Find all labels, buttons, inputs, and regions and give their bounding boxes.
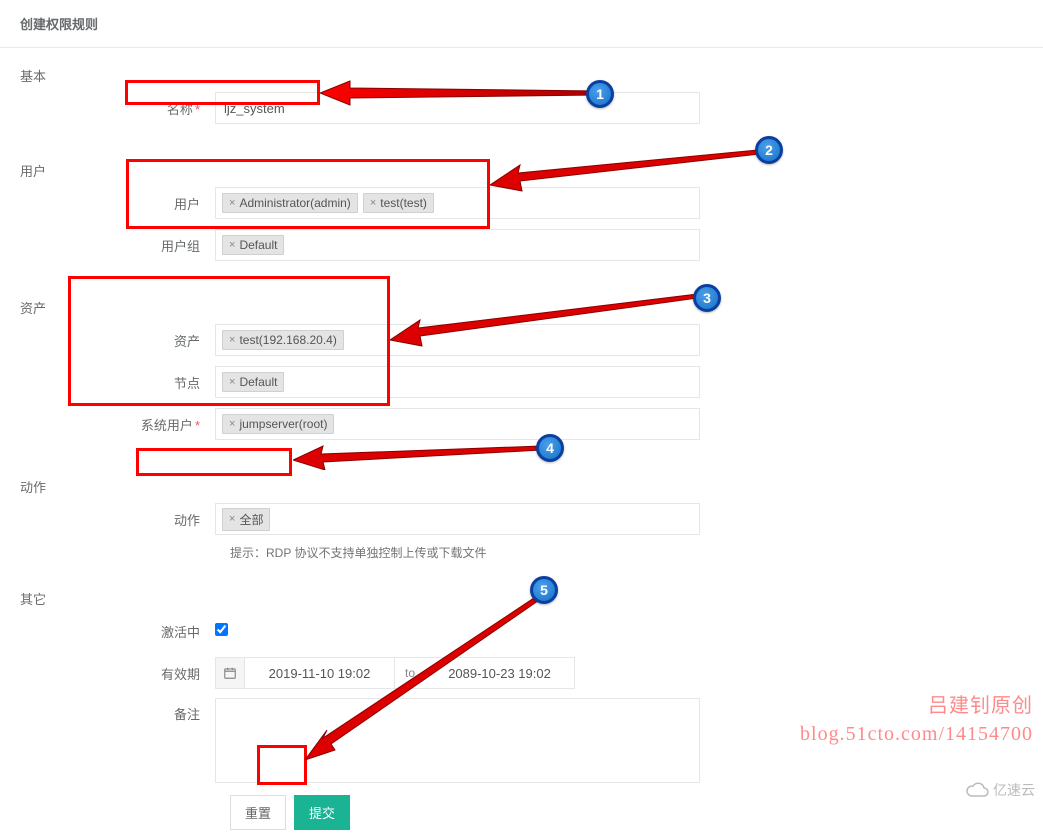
validity-from-input[interactable]: [245, 657, 395, 689]
required-mark: *: [195, 102, 200, 117]
close-icon[interactable]: ×: [370, 197, 376, 209]
tag-user[interactable]: ×test(test): [363, 193, 434, 213]
section-action: 动作 动作 ×全部 提示：RDP 协议不支持单独控制上传或下载文件: [0, 459, 1043, 571]
close-icon[interactable]: ×: [229, 418, 235, 430]
section-user: 用户 用户 ×Administrator(admin) ×test(test) …: [0, 143, 1043, 280]
field-actions[interactable]: ×全部: [215, 503, 700, 535]
tag-asset[interactable]: ×test(192.168.20.4): [222, 330, 344, 350]
label-remark: 备注: [20, 698, 215, 723]
label-actions: 动作: [20, 510, 215, 529]
section-title-basic: 基本: [20, 58, 1023, 91]
close-icon[interactable]: ×: [229, 197, 235, 209]
field-nodes[interactable]: ×Default: [215, 366, 700, 398]
tag-user[interactable]: ×Administrator(admin): [222, 193, 358, 213]
label-name: 名称*: [20, 99, 215, 118]
section-asset: 资产 资产 ×test(192.168.20.4) 节点 ×Default 系统…: [0, 280, 1043, 459]
tag-node[interactable]: ×Default: [222, 372, 284, 392]
field-user-groups[interactable]: ×Default: [215, 229, 700, 261]
submit-button[interactable]: 提交: [294, 795, 350, 830]
label-system-users: 系统用户*: [20, 415, 215, 434]
tag-user-group[interactable]: ×Default: [222, 235, 284, 255]
name-input[interactable]: [222, 97, 693, 120]
tag-action[interactable]: ×全部: [222, 508, 270, 531]
required-mark: *: [195, 418, 200, 433]
section-basic: 基本 名称*: [0, 48, 1043, 143]
close-icon[interactable]: ×: [229, 513, 235, 525]
active-checkbox[interactable]: [215, 623, 228, 636]
section-title-asset: 资产: [20, 290, 1023, 323]
field-users[interactable]: ×Administrator(admin) ×test(test): [215, 187, 700, 219]
reset-button[interactable]: 重置: [230, 795, 286, 830]
remark-textarea[interactable]: [215, 698, 700, 783]
label-nodes: 节点: [20, 373, 215, 392]
section-title-user: 用户: [20, 153, 1023, 186]
action-help-text: 提示：RDP 协议不支持单独控制上传或下载文件: [230, 544, 1023, 561]
label-active: 激活中: [20, 622, 215, 641]
field-system-users[interactable]: ×jumpserver(root): [215, 408, 700, 440]
section-other: 其它 激活中 有效期 to 备注 重置 提交: [0, 571, 1043, 840]
label-user-groups: 用户组: [20, 236, 215, 255]
close-icon[interactable]: ×: [229, 376, 235, 388]
page-title: 创建权限规则: [0, 0, 1043, 48]
field-assets[interactable]: ×test(192.168.20.4): [215, 324, 700, 356]
tag-system-user[interactable]: ×jumpserver(root): [222, 414, 334, 434]
validity-separator: to: [395, 657, 425, 689]
label-validity: 有效期: [20, 664, 215, 683]
section-title-other: 其它: [20, 581, 1023, 614]
label-users: 用户: [20, 194, 215, 213]
field-name[interactable]: [215, 92, 700, 124]
label-assets: 资产: [20, 331, 215, 350]
calendar-icon: [215, 657, 245, 689]
section-title-action: 动作: [20, 469, 1023, 502]
validity-to-input[interactable]: [425, 657, 575, 689]
close-icon[interactable]: ×: [229, 334, 235, 346]
close-icon[interactable]: ×: [229, 239, 235, 251]
